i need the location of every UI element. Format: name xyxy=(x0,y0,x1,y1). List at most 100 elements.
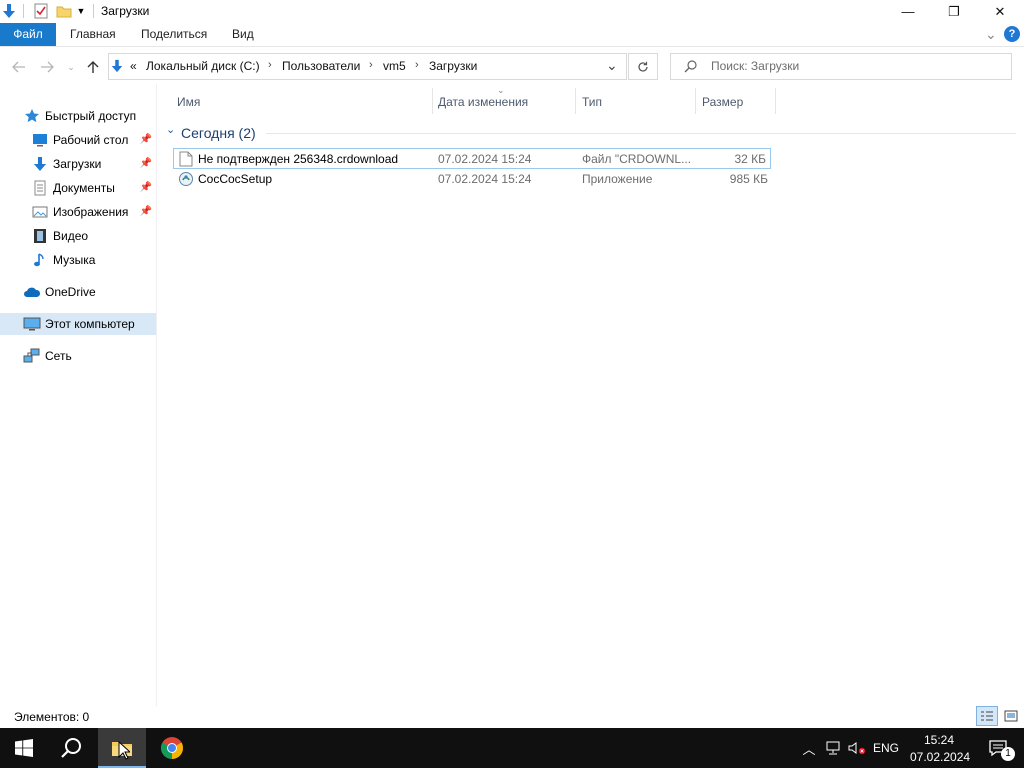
breadcrumb-separator-icon[interactable]: › xyxy=(268,59,272,71)
pin-icon: 📌 xyxy=(139,182,152,193)
breadcrumb-downloads[interactable]: Загрузки xyxy=(429,59,477,73)
sidebar-item-label: Сеть xyxy=(45,349,72,363)
tab-share[interactable]: Поделиться xyxy=(141,23,207,46)
arrow-up-icon xyxy=(87,61,99,73)
title-bar xyxy=(0,0,1024,23)
sidebar-item-label: Изображения xyxy=(53,205,129,219)
file-size: 985 КБ xyxy=(729,172,768,186)
tab-view[interactable]: Вид xyxy=(232,23,254,46)
network-status-icon[interactable] xyxy=(822,728,844,768)
window-title: Загрузки xyxy=(101,4,150,18)
table-row[interactable]: CocCocSetup 07.02.2024 15:24 Приложение … xyxy=(173,169,771,190)
sidebar-item-label: Документы xyxy=(53,181,115,195)
sidebar-item-label: Видео xyxy=(53,229,89,243)
group-header[interactable]: Сегодня (2) xyxy=(181,125,256,141)
language-indicator[interactable]: ENG xyxy=(870,728,902,768)
close-button[interactable]: ✕ xyxy=(977,0,1023,23)
forward-button[interactable] xyxy=(37,56,57,78)
search-placeholder: Поиск: Загрузки xyxy=(711,59,800,73)
column-divider[interactable] xyxy=(432,88,433,114)
file-name: CocCocSetup xyxy=(198,172,273,186)
file-icon xyxy=(179,151,193,170)
sidebar-item-downloads[interactable]: Загрузки 📌 xyxy=(0,153,156,175)
sidebar-item-label: Быстрый доступ xyxy=(45,109,137,123)
breadcrumb-vm5[interactable]: vm5 xyxy=(383,59,406,73)
file-size: 32 КБ xyxy=(734,152,766,166)
pictures-icon xyxy=(32,204,48,223)
sidebar-item-onedrive[interactable]: OneDrive xyxy=(0,281,156,303)
group-collapse-icon[interactable]: ⌄ xyxy=(166,123,175,136)
sidebar-item-music[interactable]: Музыка xyxy=(0,249,156,271)
cloud-icon xyxy=(23,285,41,302)
mouse-cursor-icon xyxy=(118,740,132,763)
sidebar-item-documents[interactable]: Документы 📌 xyxy=(0,177,156,199)
tab-home[interactable]: Главная xyxy=(70,23,116,46)
breadcrumb-users[interactable]: Пользователи xyxy=(282,59,360,73)
volume-muted-icon[interactable] xyxy=(846,728,868,768)
ribbon-expand-icon[interactable]: ⌄ xyxy=(985,26,997,43)
breadcrumb-overflow[interactable]: « xyxy=(130,59,137,73)
pin-icon: 📌 xyxy=(139,134,152,145)
back-button[interactable] xyxy=(9,56,29,78)
sidebar-item-label: Этот компьютер xyxy=(45,317,135,331)
up-button[interactable] xyxy=(83,56,103,78)
search-icon xyxy=(684,59,698,76)
download-icon xyxy=(32,156,48,175)
customize-toolbar-icon[interactable]: ▼ xyxy=(75,2,87,20)
large-icons-view-button[interactable] xyxy=(1001,706,1021,726)
restore-button[interactable]: ❐ xyxy=(931,0,977,23)
address-dropdown-icon[interactable]: ⌄ xyxy=(606,57,618,74)
notifications-button[interactable]: 1 xyxy=(978,728,1018,768)
column-divider[interactable] xyxy=(775,88,776,114)
column-header-type[interactable]: Тип xyxy=(582,92,602,112)
show-hidden-icons-button[interactable]: ︿ xyxy=(798,728,820,768)
column-divider[interactable] xyxy=(695,88,696,114)
divider xyxy=(23,4,24,18)
search-icon xyxy=(61,738,81,758)
arrow-left-icon xyxy=(12,61,25,73)
file-date: 07.02.2024 15:24 xyxy=(438,152,532,166)
file-date: 07.02.2024 15:24 xyxy=(438,172,532,186)
new-folder-icon[interactable] xyxy=(55,2,73,20)
column-header-date[interactable]: Дата изменения xyxy=(438,92,528,112)
details-view-button[interactable] xyxy=(976,706,998,726)
notification-count-badge: 1 xyxy=(1001,747,1015,761)
recent-locations-button[interactable]: ⌄ xyxy=(61,56,81,78)
pin-icon: 📌 xyxy=(139,158,152,169)
sidebar-item-quick-access[interactable]: Быстрый доступ xyxy=(0,105,156,127)
sidebar-item-this-pc[interactable]: Этот компьютер xyxy=(0,313,156,335)
sidebar-item-label: OneDrive xyxy=(45,285,96,299)
tab-file[interactable]: Файл xyxy=(0,23,56,46)
column-header-size[interactable]: Размер xyxy=(702,92,743,112)
large-icons-view-icon xyxy=(1004,710,1018,722)
arrow-right-icon xyxy=(41,61,54,73)
breadcrumb-separator-icon[interactable]: › xyxy=(415,59,419,71)
file-type: Файл "CRDOWNL... xyxy=(582,152,692,166)
pane-divider xyxy=(156,84,157,706)
chrome-taskbar-button[interactable] xyxy=(148,728,196,768)
column-header-name[interactable]: Имя xyxy=(177,92,200,112)
help-icon[interactable]: ? xyxy=(1004,26,1020,42)
refresh-button[interactable] xyxy=(628,53,658,80)
breadcrumb-separator-icon[interactable]: › xyxy=(369,59,373,71)
properties-icon[interactable] xyxy=(31,2,51,20)
minimize-button[interactable]: — xyxy=(885,0,931,23)
computer-icon xyxy=(23,316,41,335)
download-location-icon xyxy=(110,58,124,77)
breadcrumb-local-disk[interactable]: Локальный диск (C:) xyxy=(146,59,260,73)
column-divider[interactable] xyxy=(575,88,576,114)
clock[interactable]: 15:24 07.02.2024 xyxy=(904,730,970,766)
sidebar-item-pictures[interactable]: Изображения 📌 xyxy=(0,201,156,223)
file-type: Приложение xyxy=(582,172,653,186)
sidebar-item-video[interactable]: Видео xyxy=(0,225,156,247)
details-view-icon xyxy=(981,711,993,721)
search-taskbar-button[interactable] xyxy=(48,728,96,768)
installer-icon xyxy=(178,171,194,190)
start-button[interactable] xyxy=(0,728,48,768)
refresh-icon xyxy=(638,61,648,72)
sidebar-item-network[interactable]: Сеть xyxy=(0,345,156,367)
pin-icon: 📌 xyxy=(139,206,152,217)
chrome-icon xyxy=(161,737,183,759)
table-row[interactable]: Не подтвержден 256348.crdownload 07.02.2… xyxy=(173,148,771,169)
sidebar-item-desktop[interactable]: Рабочий стол 📌 xyxy=(0,129,156,151)
